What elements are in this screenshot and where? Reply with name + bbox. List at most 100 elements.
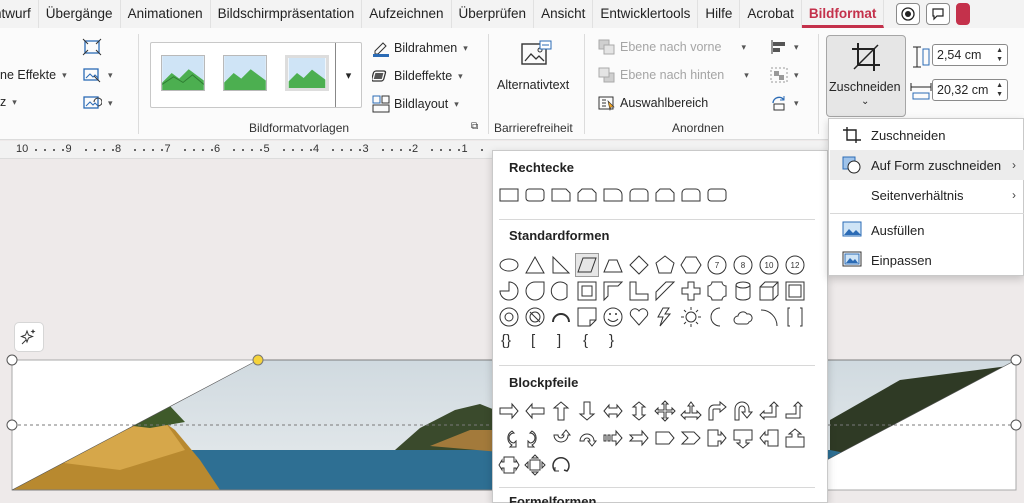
tab-uebergaenge[interactable]: Übergänge [39, 0, 121, 28]
shape-plaque[interactable] [706, 280, 728, 302]
menu-item-ausfuellen[interactable]: Ausfüllen [830, 215, 1024, 245]
change-picture-button[interactable]: ▾ [82, 66, 113, 84]
shape-lrup[interactable] [680, 400, 702, 422]
shape-tri[interactable] [524, 254, 546, 276]
shape-notched[interactable] [628, 427, 650, 449]
shape-rarrow[interactable] [524, 400, 546, 422]
style-thumbnail-2[interactable] [223, 55, 267, 91]
tab-animationen[interactable]: Animationen [121, 0, 211, 28]
tab-ueberpruefen[interactable]: Überprüfen [452, 0, 535, 28]
shape-lrarrow[interactable] [602, 400, 624, 422]
shape-polyN[interactable]: 10 [758, 254, 780, 276]
shape-curvedr[interactable] [498, 427, 520, 449]
shape-bracket[interactable]: {} [501, 332, 511, 349]
shape-arc[interactable] [550, 306, 572, 328]
shape-leftup[interactable] [758, 400, 780, 422]
shape-bracket[interactable]: } [609, 332, 614, 349]
shape-cloud[interactable] [732, 306, 754, 328]
shape-polyN[interactable]: 8 [732, 254, 754, 276]
tab-hilfe[interactable]: Hilfe [698, 0, 741, 28]
tab-acrobat[interactable]: Acrobat [740, 0, 802, 28]
menu-item-seitenverhaeltnis[interactable]: Seitenverhältnis › [830, 180, 1024, 210]
shape-arcline[interactable] [758, 306, 780, 328]
shape-polyN[interactable]: 7 [706, 254, 728, 276]
shape-bevel[interactable] [784, 280, 806, 302]
ebene-nach-vorne-button[interactable]: Ebene nach vorne ▾ [598, 39, 746, 55]
shape-bracket[interactable]: ] [557, 332, 561, 349]
share-button[interactable] [956, 3, 971, 25]
bildrahmen-button[interactable]: Bildrahmen ▾ [372, 39, 468, 57]
shape-cube[interactable] [758, 280, 780, 302]
shape-foldcorner[interactable] [576, 306, 598, 328]
reset-picture-button[interactable]: ▾ [82, 94, 113, 112]
shape-chevron[interactable] [680, 427, 702, 449]
tab-entwicklertools[interactable]: Entwicklertools [593, 0, 699, 28]
shape-darrow[interactable] [576, 400, 598, 422]
shape-heart[interactable] [628, 306, 650, 328]
menu-item-einpassen[interactable]: Einpassen [830, 245, 1024, 275]
shape-pie[interactable] [498, 280, 520, 302]
width-input[interactable]: 20,32 cm ▲ ▼ [932, 79, 1008, 101]
shape-uturn[interactable] [732, 400, 754, 422]
shape-round2[interactable] [628, 184, 650, 206]
shape-diagstripe[interactable] [654, 280, 676, 302]
spin-arrows-icon[interactable]: ▲ ▼ [996, 81, 1003, 99]
style-thumbnail-3[interactable] [285, 55, 329, 91]
shape-bolt[interactable] [654, 306, 676, 328]
shape-rtri[interactable] [550, 254, 572, 276]
ebene-nach-hinten-button[interactable]: Ebene nach hinten ▾ [598, 67, 749, 83]
shape-tear[interactable] [524, 280, 546, 302]
shape-pent[interactable] [654, 254, 676, 276]
menu-item-zuschneiden[interactable]: Zuschneiden [830, 120, 1024, 150]
tab-bildschirmpraesentation[interactable]: Bildschirmpräsentation [211, 0, 363, 28]
shape-dbracket[interactable] [784, 306, 806, 328]
shape-bentup[interactable] [784, 400, 806, 422]
spin-arrows-icon[interactable]: ▲ ▼ [996, 46, 1003, 64]
shape-smiley[interactable] [602, 306, 624, 328]
shape-bracket[interactable]: [ [531, 332, 535, 349]
shape-snip2[interactable] [654, 184, 676, 206]
shape-round2[interactable] [680, 184, 702, 206]
shape-dcallout[interactable] [732, 427, 754, 449]
shape-trap[interactable] [602, 254, 624, 276]
shape-circarrow[interactable] [550, 454, 572, 476]
alternativtext-button[interactable]: Alternativtext [494, 36, 580, 102]
shape-bracket[interactable]: { [583, 332, 588, 349]
shape-curvedd[interactable] [576, 427, 598, 449]
shape-curvedl[interactable] [524, 427, 546, 449]
shape-lrcallout[interactable] [498, 454, 520, 476]
shape-sun[interactable] [680, 306, 702, 328]
shape-cross[interactable] [680, 280, 702, 302]
shape-bent[interactable] [706, 400, 728, 422]
rotate-button[interactable]: ▾ [770, 95, 799, 111]
shape-uarrow[interactable] [550, 400, 572, 422]
effekte-dropdown[interactable]: ne Effekte ▾ [0, 68, 67, 82]
shape-frame[interactable] [576, 280, 598, 302]
gallery-more-button[interactable]: ▾ [335, 43, 361, 107]
bildlayout-button[interactable]: Bildlayout ▾ [372, 95, 459, 113]
shape-rrect[interactable] [524, 184, 546, 206]
shape-hex[interactable] [680, 254, 702, 276]
shape-polyN[interactable]: 12 [784, 254, 806, 276]
align-button[interactable]: ▾ [770, 39, 799, 55]
shape-quadarrow[interactable] [654, 400, 676, 422]
shape-snip2[interactable] [576, 184, 598, 206]
compress-pictures-button[interactable] [82, 38, 102, 56]
shape-nosymbol[interactable] [524, 306, 546, 328]
menu-item-auf-form-zuschneiden[interactable]: Auf Form zuschneiden › [830, 150, 1024, 180]
dialog-launcher-icon[interactable]: ⧉ [471, 121, 478, 132]
shape-halfframe[interactable] [602, 280, 624, 302]
tab-ansicht[interactable]: Ansicht [534, 0, 594, 28]
height-input[interactable]: 2,54 cm ▲ ▼ [932, 44, 1008, 66]
shape-round1[interactable] [602, 184, 624, 206]
comments-button[interactable] [926, 3, 951, 25]
shape-para[interactable] [575, 253, 599, 277]
shape-chord[interactable] [550, 280, 572, 302]
zuschneiden-button[interactable]: Zuschneiden ⌄ [826, 35, 906, 117]
shape-striped[interactable] [602, 427, 624, 449]
shape-lshape[interactable] [628, 280, 650, 302]
tab-entwurf[interactable]: ntwurf [0, 0, 39, 28]
tab-bildformat[interactable]: Bildformat [801, 0, 885, 28]
designer-ai-button[interactable] [14, 322, 44, 352]
tab-aufzeichnen[interactable]: Aufzeichnen [362, 0, 452, 28]
